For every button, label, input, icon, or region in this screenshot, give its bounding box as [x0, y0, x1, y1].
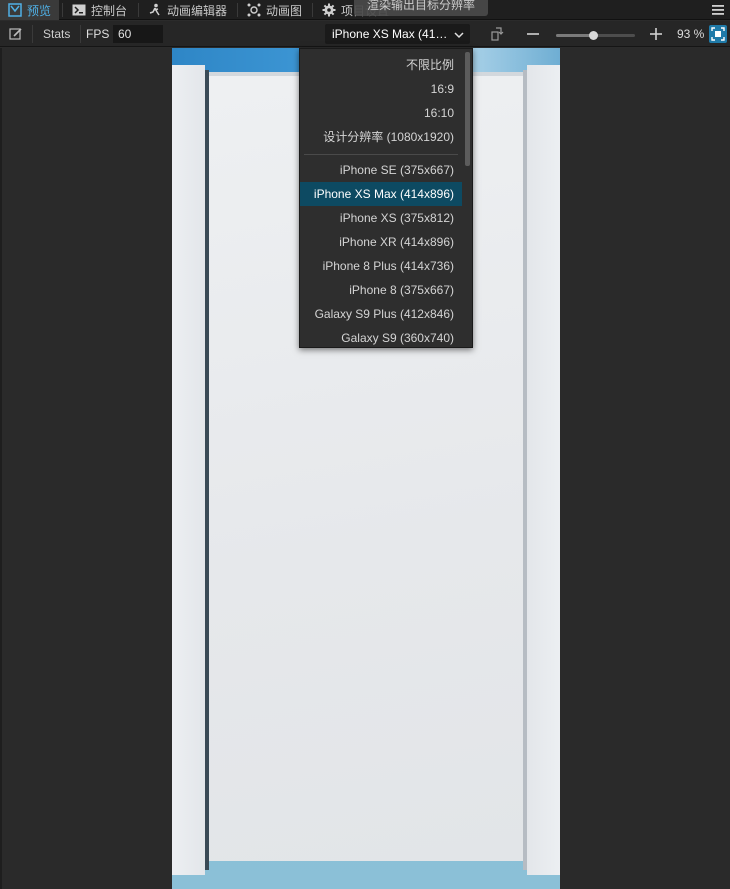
zoom-out-button[interactable]	[526, 21, 540, 47]
dropdown-item[interactable]: iPhone 8 Plus (414x736)	[300, 254, 462, 278]
rotate-button[interactable]	[490, 21, 504, 47]
stats-toggle[interactable]: Stats	[43, 21, 70, 47]
dropdown-item[interactable]: 16:9	[300, 77, 462, 101]
zoom-slider-knob[interactable]	[589, 31, 598, 40]
tab-preview[interactable]: 预览	[0, 0, 60, 20]
dropdown-item[interactable]: Galaxy S9 Plus (412x846)	[300, 302, 462, 326]
dropdown-divider	[304, 154, 458, 155]
tab-divider	[237, 3, 238, 17]
fit-screen-button[interactable]	[709, 25, 727, 43]
dropdown-item[interactable]: 设计分辨率 (1080x1920)	[300, 125, 462, 149]
scene-pillar-right	[527, 65, 560, 875]
dropdown-item[interactable]: Galaxy S9 (360x740)	[300, 326, 462, 347]
tab-animation-graph[interactable]: 动画图	[239, 0, 310, 20]
device-select-value: iPhone XS Max (41…	[332, 27, 448, 41]
scene-pillar-left	[172, 65, 205, 875]
scene-pillar-right-edge	[523, 70, 527, 870]
tab-label: 预览	[27, 3, 52, 18]
hamburger-menu-icon[interactable]	[710, 2, 726, 18]
fps-label: FPS	[86, 21, 109, 47]
dropdown-item[interactable]: iPhone XS (375x812)	[300, 206, 462, 230]
tab-divider	[138, 3, 139, 17]
gear-icon	[322, 3, 336, 17]
edit-button[interactable]	[9, 21, 23, 47]
dropdown-scrollbar[interactable]	[465, 52, 470, 166]
zoom-percent: 93 %	[677, 27, 705, 41]
tab-label: 动画图	[266, 3, 303, 18]
dropdown-item[interactable]: iPhone XS Max (414x896)	[300, 182, 462, 206]
toolbar-divider	[80, 25, 81, 43]
dropdown-item[interactable]: iPhone SE (375x667)	[300, 158, 462, 182]
dropdown-item[interactable]: 不限比例	[300, 53, 462, 77]
device-select[interactable]: iPhone XS Max (41…	[325, 24, 470, 44]
minus-icon	[527, 33, 539, 35]
animation-editor-icon	[149, 3, 160, 16]
zoom-in-button[interactable]	[649, 21, 663, 47]
plus-icon	[650, 28, 662, 40]
tab-divider	[62, 3, 63, 17]
tab-divider	[312, 3, 313, 17]
toolbar-divider	[32, 25, 33, 43]
device-dropdown: 不限比例 16:9 16:10 设计分辨率 (1080x1920) iPhone…	[299, 48, 473, 348]
tooltip: 渲染输出目标分辨率	[354, 0, 488, 16]
console-icon	[72, 4, 86, 16]
chevron-down-icon	[454, 32, 464, 39]
zoom-slider-fill	[556, 34, 593, 37]
dropdown-item[interactable]: iPhone XR (414x896)	[300, 230, 462, 254]
preview-icon	[8, 3, 22, 17]
rotate-device-icon	[491, 27, 504, 41]
animation-graph-icon	[247, 3, 261, 17]
stats-label: Stats	[43, 27, 71, 41]
tab-label: 控制台	[91, 3, 128, 18]
tab-console[interactable]: 控制台	[64, 0, 135, 20]
tab-label: 动画编辑器	[167, 3, 228, 18]
dropdown-item[interactable]: iPhone 8 (375x667)	[300, 278, 462, 302]
fps-label-text: FPS	[86, 27, 110, 41]
tab-animation-editor[interactable]: 动画编辑器	[140, 0, 235, 20]
fit-screen-icon	[711, 27, 725, 41]
tooltip-tail	[414, 10, 424, 15]
preview-toolbar: Stats FPS iPhone XS Max (41… 93 %	[0, 21, 730, 47]
fps-input[interactable]	[113, 25, 163, 43]
stage-border	[0, 48, 2, 889]
dropdown-item[interactable]: 16:10	[300, 101, 462, 125]
zoom-slider[interactable]	[556, 31, 635, 40]
edit-icon	[9, 28, 22, 40]
